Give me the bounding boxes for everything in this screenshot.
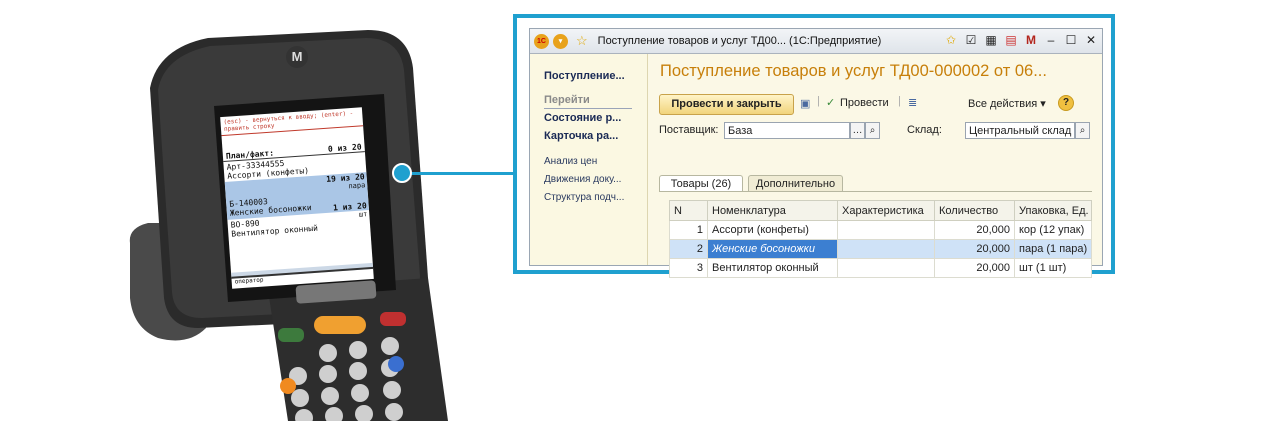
- nav-link-structure[interactable]: Структура подч...: [544, 192, 624, 203]
- cell-package[interactable]: пара (1 пара): [1014, 239, 1092, 259]
- toolbar-separator: |: [898, 95, 901, 107]
- page-title: Поступление товаров и услуг ТД00-000002 …: [660, 62, 1047, 80]
- minimize-icon[interactable]: –: [1044, 33, 1058, 47]
- column-header[interactable]: Номенклатура: [707, 200, 838, 221]
- save-icon[interactable]: ▣: [800, 97, 810, 110]
- screenshot-frame: 1С ▾ ☆ Поступление товаров и услуг ТД00.…: [513, 14, 1115, 278]
- tab-additional[interactable]: Дополнительно: [748, 175, 843, 192]
- column-header[interactable]: Характеристика: [837, 200, 935, 221]
- bookmark-icon[interactable]: ☑: [964, 33, 978, 47]
- table-header-row: N Номенклатура Характеристика Количество…: [669, 200, 1092, 221]
- window-titlebar[interactable]: 1С ▾ ☆ Поступление товаров и услуг ТД00.…: [530, 29, 1102, 54]
- warehouse-label: Склад:: [907, 124, 942, 136]
- cell-characteristic[interactable]: [837, 258, 935, 278]
- cell-name[interactable]: Ассорти (конфеты): [707, 220, 838, 240]
- nav-link-price-analysis[interactable]: Анализ цен: [544, 156, 597, 167]
- cell-package[interactable]: кор (12 упак): [1014, 220, 1092, 240]
- connector-line: [410, 172, 517, 175]
- post-and-close-button[interactable]: Провести и закрыть: [659, 94, 794, 115]
- column-header[interactable]: N: [669, 200, 708, 221]
- post-button[interactable]: Провести: [840, 97, 889, 109]
- table-row-selected[interactable]: 2 Женские босоножки 20,000 пара (1 пара): [669, 239, 1092, 259]
- column-header[interactable]: Количество: [934, 200, 1015, 221]
- nav-goto-item[interactable]: Состояние р...: [544, 112, 621, 124]
- nav-current-document[interactable]: Поступление...: [544, 70, 625, 82]
- connector-dot: [392, 163, 412, 183]
- cell-name-focused[interactable]: Женские босоножки: [707, 239, 838, 259]
- cell-characteristic[interactable]: [837, 239, 935, 259]
- goods-table: N Номенклатура Характеристика Количество…: [669, 200, 1092, 278]
- cell-n: 2: [669, 239, 708, 259]
- table-row[interactable]: 3 Вентилятор оконный 20,000 шт (1 шт): [669, 258, 1092, 278]
- favorite-star-icon[interactable]: ☆: [576, 33, 588, 49]
- supplier-search-icon[interactable]: ⌕: [865, 122, 880, 139]
- brand-logo: M: [286, 46, 308, 68]
- calculator-icon[interactable]: ▦: [984, 33, 998, 47]
- window-controls: ✩ ☑ ▦ ▤ M – ☐ ✕: [944, 33, 1098, 47]
- scanner-item-unit: пара: [348, 181, 366, 191]
- post-icon[interactable]: ✓: [826, 96, 835, 109]
- scanner-item-unit: шт: [358, 210, 368, 219]
- cell-name[interactable]: Вентилятор оконный: [707, 258, 838, 278]
- supplier-field[interactable]: База: [724, 122, 850, 139]
- barcode-scanner-device: M (esc) - вернуться к вводу; (enter) - п…: [128, 28, 458, 421]
- calendar-icon[interactable]: ▤: [1004, 33, 1018, 47]
- nav-link-movements[interactable]: Движения доку...: [544, 174, 621, 185]
- cell-quantity[interactable]: 20,000: [934, 220, 1015, 240]
- close-icon[interactable]: ✕: [1084, 33, 1098, 47]
- column-header[interactable]: Упаковка, Ед.: [1014, 200, 1092, 221]
- scanner-screen: (esc) - вернуться к вводу; (enter) - пра…: [220, 107, 374, 289]
- window-title: Поступление товаров и услуг ТД00... (1С:…: [597, 35, 882, 47]
- cell-quantity[interactable]: 20,000: [934, 258, 1015, 278]
- scanner-list-total: 0 из 20: [327, 142, 362, 154]
- app-1c-icon[interactable]: 1С: [534, 33, 549, 49]
- nav-divider: [544, 108, 632, 109]
- all-actions-menu[interactable]: Все действия ▾: [968, 97, 1046, 110]
- toolbar-separator: |: [817, 95, 820, 107]
- cell-quantity[interactable]: 20,000: [934, 239, 1015, 259]
- help-button[interactable]: ?: [1058, 95, 1074, 111]
- navigation-panel: Поступление... Перейти Состояние р... Ка…: [530, 54, 648, 265]
- table-row[interactable]: 1 Ассорти (конфеты) 20,000 кор (12 упак): [669, 220, 1092, 240]
- cell-n: 1: [669, 220, 708, 240]
- registers-icon[interactable]: ≣: [908, 96, 917, 109]
- cell-package[interactable]: шт (1 шт): [1014, 258, 1092, 278]
- warehouse-search-icon[interactable]: ⌕: [1075, 122, 1090, 139]
- nav-goto-header: Перейти: [544, 94, 590, 106]
- cell-n: 3: [669, 258, 708, 278]
- document-form: Поступление товаров и услуг ТД00-000002 …: [648, 54, 1102, 278]
- supplier-select-button[interactable]: …: [850, 122, 865, 139]
- tab-goods[interactable]: Товары (26): [659, 175, 743, 192]
- warehouse-field[interactable]: Центральный склад: [965, 122, 1075, 139]
- maximize-icon[interactable]: ☐: [1064, 33, 1078, 47]
- menu-dropdown-icon[interactable]: ▾: [553, 33, 568, 49]
- add-favorite-icon[interactable]: ✩: [944, 33, 958, 47]
- memory-icon[interactable]: M: [1024, 33, 1038, 47]
- cell-characteristic[interactable]: [837, 220, 935, 240]
- nav-goto-item[interactable]: Карточка ра...: [544, 130, 618, 142]
- all-actions-label: Все действия: [968, 98, 1038, 110]
- tab-divider: [659, 191, 1092, 192]
- supplier-label: Поставщик:: [659, 124, 719, 136]
- document-window: 1С ▾ ☆ Поступление товаров и услуг ТД00.…: [529, 28, 1103, 278]
